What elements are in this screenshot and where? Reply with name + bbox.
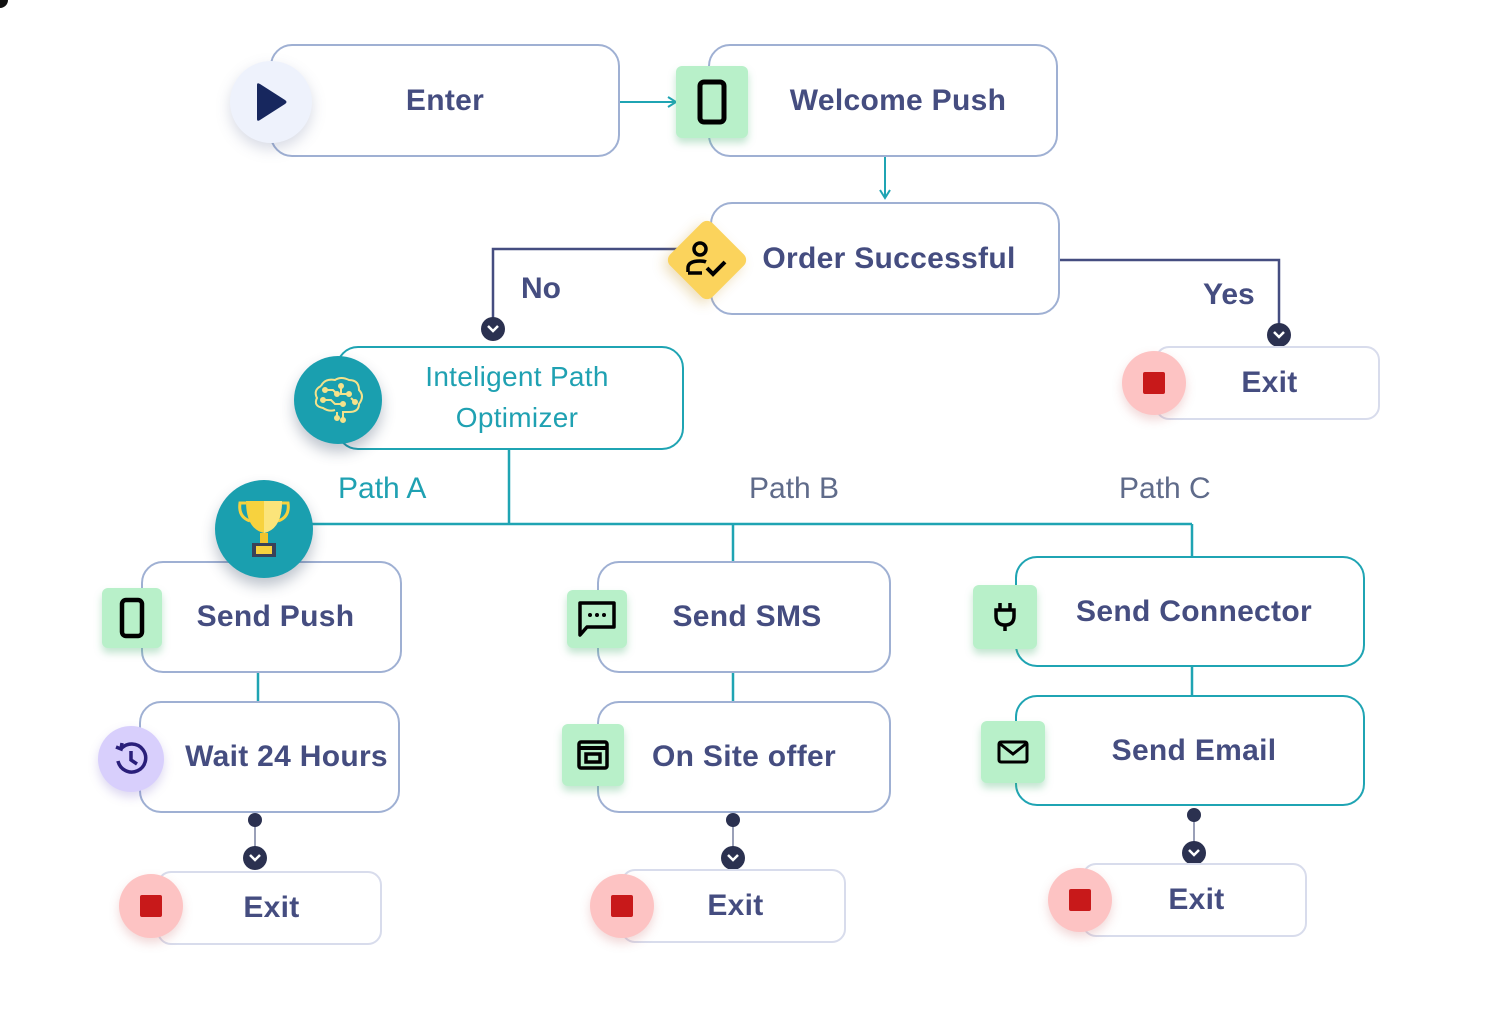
node-exit-yes-label: Exit [1241, 366, 1298, 400]
node-exit-yes[interactable]: Exit [1155, 346, 1380, 420]
node-exit-a[interactable]: Exit [157, 871, 382, 945]
mobile-phone-icon [102, 588, 162, 648]
node-wait-label: Wait 24 Hours [185, 740, 388, 774]
node-enter[interactable]: Enter [270, 44, 620, 157]
node-optimizer-label: Inteligent Path Optimizer [425, 357, 609, 438]
play-icon[interactable] [230, 61, 312, 143]
stop-icon [1048, 868, 1112, 932]
envelope-icon [981, 721, 1045, 783]
chevron-down-icon[interactable] [481, 317, 505, 341]
node-wait[interactable]: Wait 24 Hours [139, 701, 400, 813]
edge-label-no: No [521, 272, 561, 305]
edge-label-path-b: Path B [749, 472, 840, 505]
node-optimizer[interactable]: Inteligent Path Optimizer [336, 346, 684, 450]
connector-dot[interactable] [248, 813, 262, 827]
node-on-site-offer-label: On Site offer [652, 740, 836, 774]
node-send-push-label: Send Push [196, 600, 355, 634]
connector-dot[interactable] [726, 813, 740, 827]
node-welcome-push-label: Welcome Push [789, 83, 1007, 117]
node-optimizer-line1: Inteligent Path [425, 361, 609, 393]
trophy-icon [215, 480, 313, 578]
stop-icon [119, 874, 183, 938]
edge-label-yes: Yes [1203, 278, 1255, 311]
node-send-connector[interactable]: Send Connector [1015, 556, 1365, 667]
user-check-icon [686, 240, 728, 280]
node-send-push[interactable]: Send Push [141, 561, 402, 673]
node-exit-a-label: Exit [243, 891, 300, 925]
chevron-down-icon[interactable] [1267, 323, 1291, 347]
chat-bubble-icon [567, 590, 627, 648]
node-exit-c[interactable]: Exit [1082, 863, 1307, 937]
chevron-down-icon[interactable] [1182, 841, 1206, 865]
node-send-sms[interactable]: Send SMS [597, 561, 891, 673]
node-optimizer-line2: Optimizer [455, 402, 579, 433]
history-clock-icon [98, 726, 164, 792]
mobile-phone-icon [676, 66, 748, 138]
chevron-down-icon[interactable] [243, 846, 267, 870]
brain-circuit-icon [294, 356, 382, 444]
node-send-sms-label: Send SMS [672, 600, 822, 634]
node-on-site-offer[interactable]: On Site offer [597, 701, 891, 813]
stop-icon [1122, 351, 1186, 415]
browser-window-icon [562, 724, 624, 786]
node-send-email[interactable]: Send Email [1015, 695, 1365, 806]
node-welcome-push[interactable]: Welcome Push [708, 44, 1058, 157]
connector-dot[interactable] [1187, 808, 1201, 822]
chevron-down-icon[interactable] [721, 846, 745, 870]
node-exit-b[interactable]: Exit [621, 869, 846, 943]
stop-icon [590, 874, 654, 938]
node-order-successful[interactable]: Order Successful [710, 202, 1060, 315]
node-exit-c-label: Exit [1168, 883, 1225, 917]
edge-label-path-c: Path C [1119, 472, 1211, 505]
edge-label-path-a: Path A [338, 472, 427, 505]
node-enter-label: Enter [405, 83, 485, 117]
node-send-email-label: Send Email [1111, 733, 1277, 767]
node-send-connector-label: Send Connector [1076, 594, 1312, 628]
node-exit-b-label: Exit [707, 889, 764, 923]
node-order-successful-label: Order Successful [762, 241, 1016, 275]
plug-icon [973, 585, 1037, 649]
